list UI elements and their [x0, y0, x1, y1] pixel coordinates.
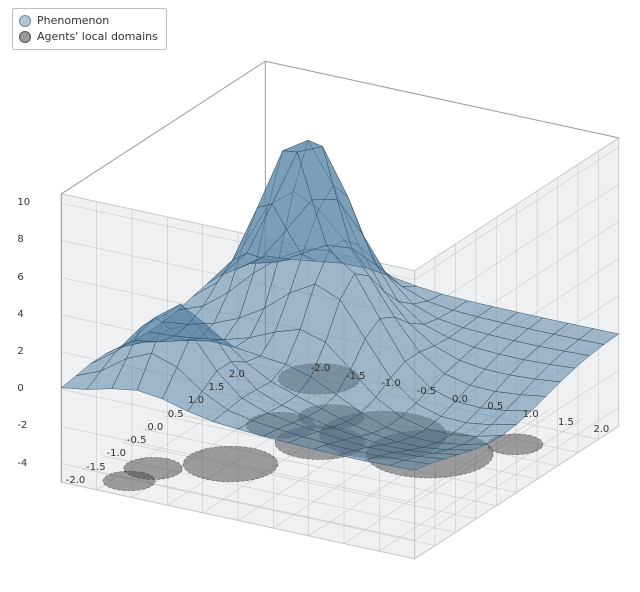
plot-3d: -4-20246810 -2.0-1.5-1.0-0.50.00.51.01.5… [0, 0, 640, 592]
phenomenon-swatch [19, 15, 31, 27]
disk-swatch [19, 31, 31, 43]
legend-item-phenomenon: Phenomenon [19, 13, 158, 29]
legend-item-agents-domains: Agents' local domains [19, 29, 158, 45]
legend: Phenomenon Agents' local domains [12, 8, 167, 50]
legend-label: Phenomenon [37, 13, 109, 29]
plot-svg [0, 0, 640, 592]
legend-label: Agents' local domains [37, 29, 158, 45]
